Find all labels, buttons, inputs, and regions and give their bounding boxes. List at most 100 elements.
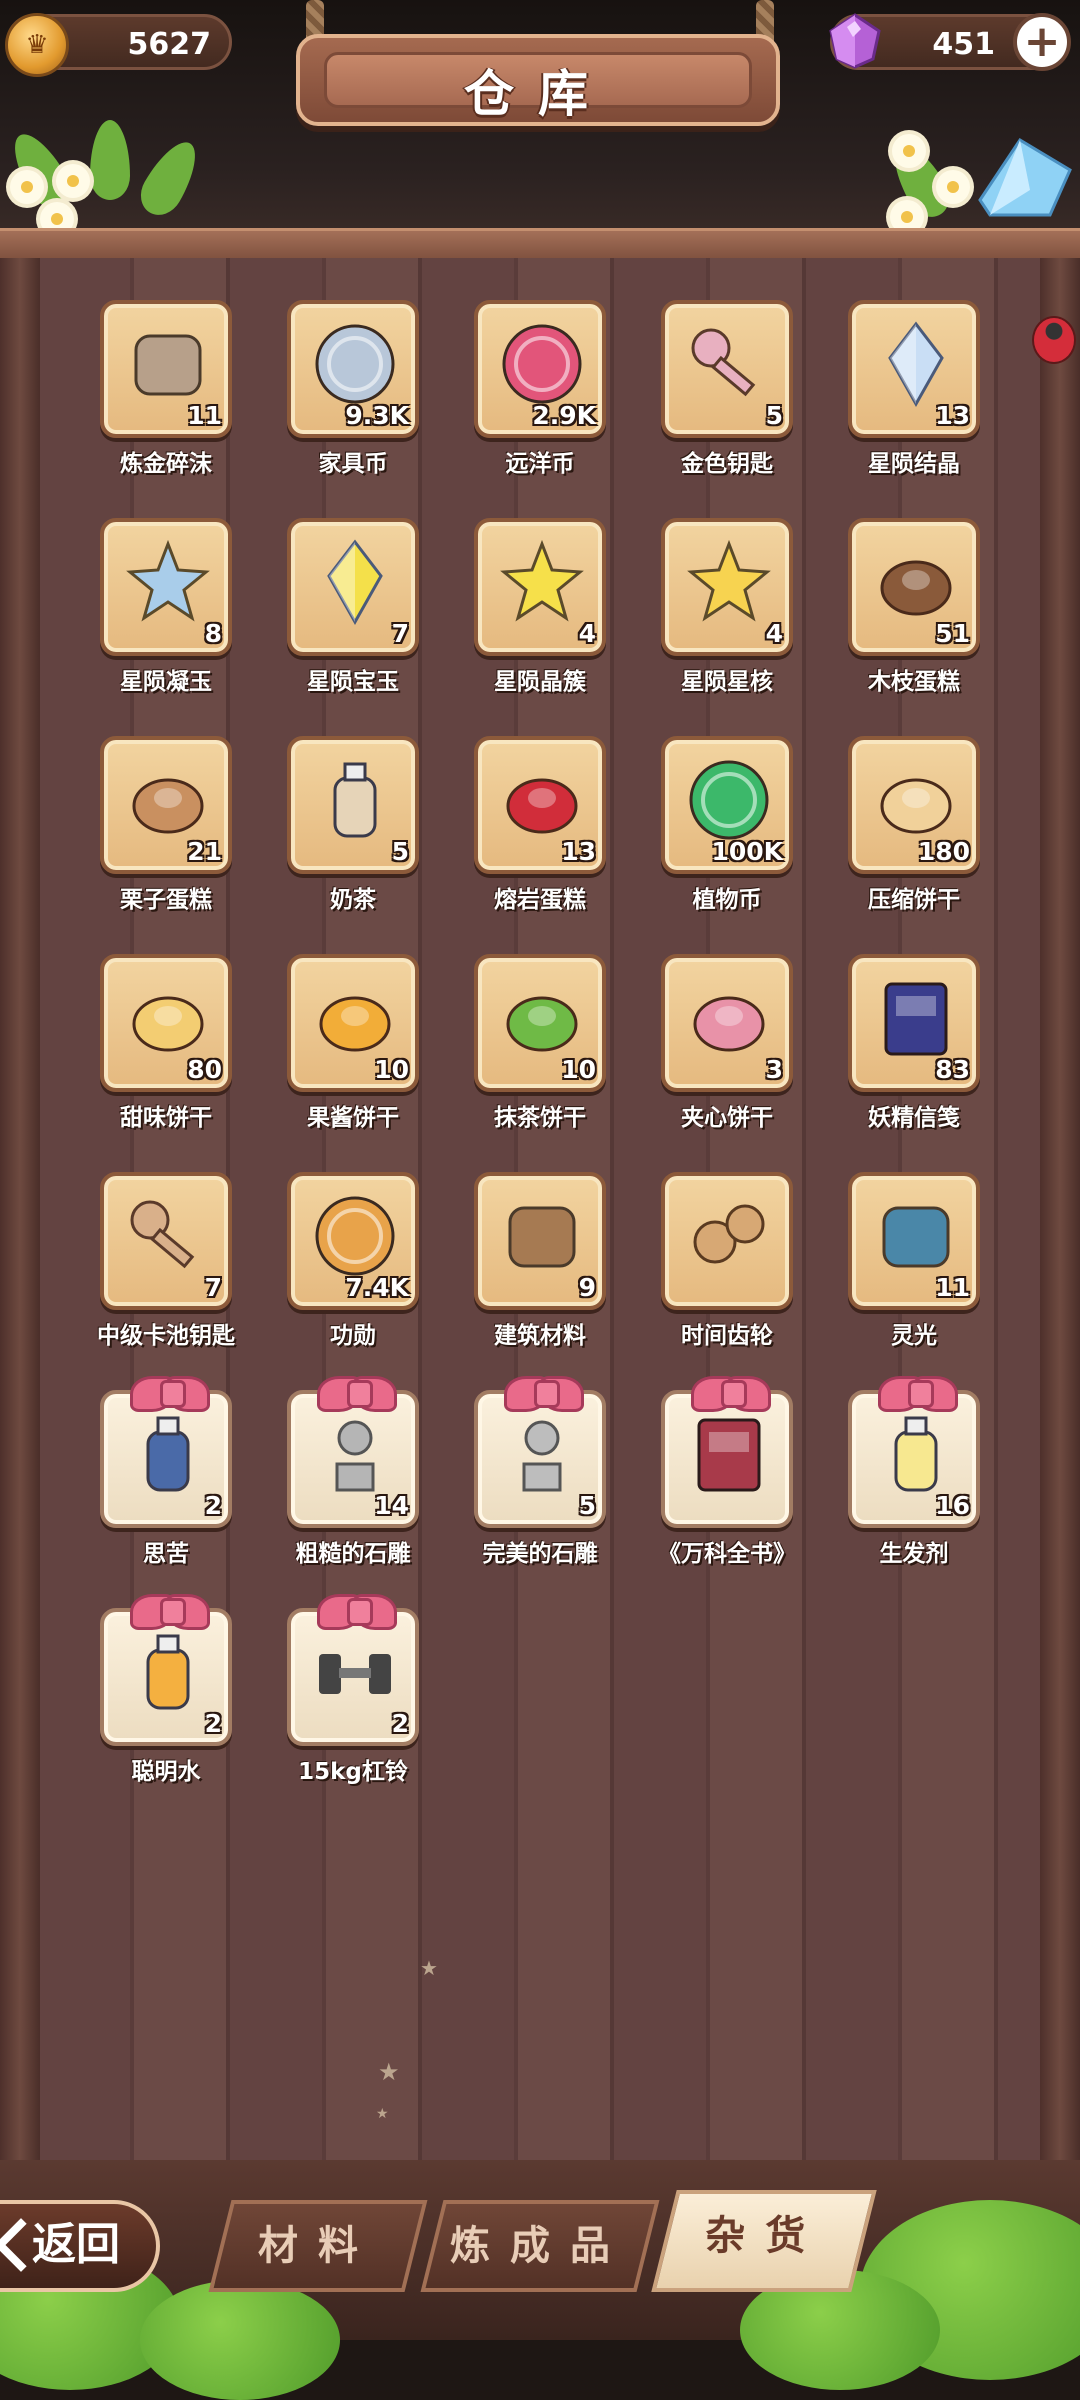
item-count: 180 — [917, 837, 970, 866]
item-slot[interactable]: 14 — [287, 1376, 419, 1528]
item-slot[interactable]: 7.4K — [287, 1172, 419, 1310]
item-count: 21 — [187, 837, 222, 866]
inventory-item[interactable]: 83 妖精信笺 — [848, 954, 980, 1132]
inventory-item[interactable]: 21 栗子蛋糕 — [100, 736, 232, 914]
inventory-item[interactable]: 13 熔岩蛋糕 — [474, 736, 606, 914]
inventory-item[interactable]: 10 抹茶饼干 — [474, 954, 606, 1132]
item-slot[interactable]: 21 — [100, 736, 232, 874]
item-count: 3 — [765, 1055, 783, 1084]
item-slot[interactable]: 7 — [100, 1172, 232, 1310]
inventory-item[interactable]: 7 星陨宝玉 — [287, 518, 419, 696]
item-slot[interactable]: 83 — [848, 954, 980, 1092]
ribbon-bow-icon — [130, 1592, 210, 1630]
item-slot[interactable]: 13 — [474, 736, 606, 874]
inventory-item[interactable]: 180 压缩饼干 — [848, 736, 980, 914]
item-slot[interactable]: 8 — [100, 518, 232, 656]
inventory-item[interactable]: 2 思苦 — [100, 1376, 232, 1568]
item-slot[interactable]: 3 — [661, 954, 793, 1092]
back-button[interactable]: 返回 — [0, 2200, 160, 2292]
inventory-item[interactable]: 9.3K 家具币 — [287, 300, 419, 478]
item-name: 熔岩蛋糕 — [494, 887, 586, 913]
item-slot[interactable]: 2 — [100, 1594, 232, 1746]
item-count: 2 — [204, 1491, 222, 1520]
rubble-icon — [134, 334, 202, 396]
tab-misc[interactable]: 杂货 — [651, 2190, 877, 2292]
inventory-item[interactable]: 100K 植物币 — [661, 736, 793, 914]
inspiration-bulb-icon — [882, 1206, 950, 1268]
inventory-item[interactable]: 16 生发剂 — [848, 1376, 980, 1568]
inventory-item[interactable]: 2 聪明水 — [100, 1594, 232, 1786]
item-count: 5 — [578, 1491, 596, 1520]
inventory-item[interactable]: 2 15kg杠铃 — [287, 1594, 419, 1786]
item-count: 7 — [204, 1273, 222, 1302]
item-count: 2 — [204, 1709, 222, 1738]
item-count: 11 — [187, 401, 222, 430]
ribbon-bow-icon — [504, 1374, 584, 1412]
item-slot[interactable]: 11 — [848, 1172, 980, 1310]
item-name: 建筑材料 — [494, 1323, 586, 1349]
item-slot[interactable]: 5 — [661, 300, 793, 438]
inventory-item[interactable]: 3 夹心饼干 — [661, 954, 793, 1132]
inventory-item[interactable]: 13 星陨结晶 — [848, 300, 980, 478]
inventory-item[interactable]: 14 粗糙的石雕 — [287, 1376, 419, 1568]
item-slot[interactable]: 9 — [474, 1172, 606, 1310]
item-slot[interactable]: 5 — [474, 1376, 606, 1528]
item-slot[interactable]: 7 — [287, 518, 419, 656]
item-count: 10 — [561, 1055, 596, 1084]
inventory-item[interactable]: 10 果酱饼干 — [287, 954, 419, 1132]
item-slot[interactable] — [661, 1172, 793, 1310]
item-slot[interactable]: 2 — [287, 1594, 419, 1746]
inventory-item[interactable]: 4 星陨星核 — [661, 518, 793, 696]
tab-materials-label: 材料 — [258, 2223, 378, 2269]
plant-coin-icon — [689, 760, 769, 840]
item-slot[interactable]: 4 — [474, 518, 606, 656]
item-slot[interactable]: 9.3K — [287, 300, 419, 438]
item-slot[interactable]: 13 — [848, 300, 980, 438]
jam-cookie-icon — [319, 996, 391, 1052]
tab-alchemy-products[interactable]: 炼成品 — [420, 2200, 660, 2292]
inventory-item[interactable]: 时间齿轮 — [661, 1172, 793, 1350]
inventory-item[interactable]: 80 甜味饼干 — [100, 954, 232, 1132]
item-slot[interactable]: 5 — [287, 736, 419, 874]
item-name: 抹茶饼干 — [494, 1105, 586, 1131]
inventory-item[interactable]: 8 星陨凝玉 — [100, 518, 232, 696]
item-slot[interactable]: 2 — [100, 1376, 232, 1528]
star-core-icon — [687, 539, 771, 622]
item-slot[interactable]: 16 — [848, 1376, 980, 1528]
item-slot[interactable]: 51 — [848, 518, 980, 656]
chestnut-cake-icon — [132, 778, 204, 834]
inventory-item[interactable]: 5 金色钥匙 — [661, 300, 793, 478]
log-cake-icon — [880, 560, 952, 616]
inventory-item[interactable]: 5 奶茶 — [287, 736, 419, 914]
inventory-item[interactable]: 9 建筑材料 — [474, 1172, 606, 1350]
item-count: 51 — [935, 619, 970, 648]
item-slot[interactable]: 80 — [100, 954, 232, 1092]
item-name: 星陨凝玉 — [120, 669, 212, 695]
item-name: 植物币 — [692, 887, 762, 913]
item-slot[interactable]: 10 — [287, 954, 419, 1092]
item-slot[interactable]: 4 — [661, 518, 793, 656]
inventory-item[interactable]: 11 灵光 — [848, 1172, 980, 1350]
inventory-item[interactable]: 4 星陨晶簇 — [474, 518, 606, 696]
rough-statue-icon — [335, 1420, 375, 1492]
coin-counter[interactable]: ♛ 5627 — [5, 13, 232, 77]
add-gems-button[interactable]: + — [1013, 13, 1071, 71]
item-slot[interactable]: 10 — [474, 954, 606, 1092]
item-slot[interactable]: 2.9K — [474, 300, 606, 438]
inventory-item[interactable]: 5 完美的石雕 — [474, 1376, 606, 1568]
coin-value: 5627 — [127, 27, 212, 62]
tab-materials[interactable]: 材料 — [208, 2200, 428, 2292]
item-slot[interactable]: 100K — [661, 736, 793, 874]
ribbon-bow-icon — [317, 1592, 397, 1630]
item-slot[interactable] — [661, 1376, 793, 1528]
inventory-item[interactable]: 11 炼金碎沫 — [100, 300, 232, 478]
item-slot[interactable]: 180 — [848, 736, 980, 874]
inventory-item[interactable]: 7 中级卡池钥匙 — [97, 1172, 235, 1350]
item-slot[interactable]: 11 — [100, 300, 232, 438]
inventory-item[interactable]: 7.4K 功勋 — [287, 1172, 419, 1350]
inventory-item[interactable]: 《万科全书》 — [658, 1376, 796, 1568]
gem-counter[interactable]: 451 + — [829, 13, 1071, 71]
inventory-item[interactable]: 51 木枝蛋糕 — [848, 518, 980, 696]
inventory-item[interactable]: 2.9K 远洋币 — [474, 300, 606, 478]
coin-icon: ♛ — [5, 13, 69, 77]
